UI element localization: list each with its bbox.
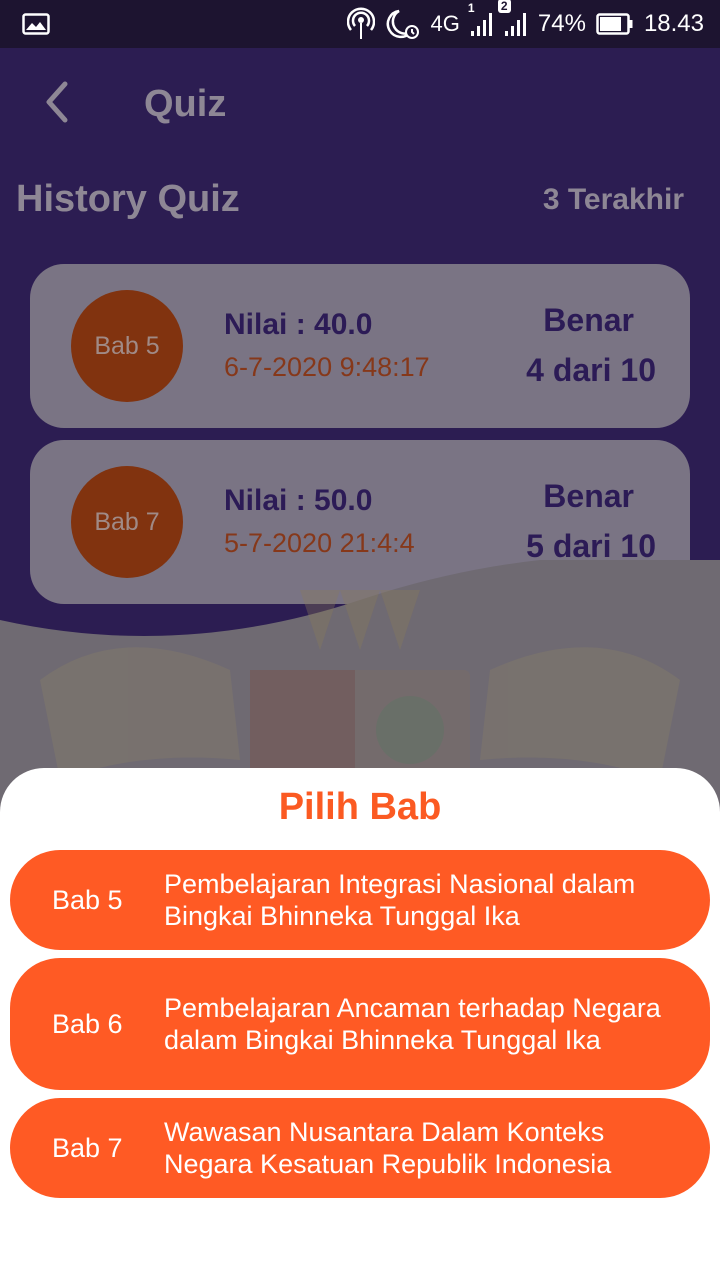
date-label: 6-7-2020 9:48:17 bbox=[224, 352, 430, 382]
back-button[interactable] bbox=[0, 48, 112, 160]
chapter-button-bab-5[interactable]: Bab 5 Pembelajaran Integrasi Nasional da… bbox=[10, 850, 710, 950]
correct-value: 4 dari 10 bbox=[526, 352, 656, 388]
date-label: 5-7-2020 21:4:4 bbox=[224, 528, 415, 558]
back-arrow-icon bbox=[41, 80, 71, 129]
chapter-button-bab-7[interactable]: Bab 7 Wawasan Nusantara Dalam Konteks Ne… bbox=[10, 1098, 710, 1198]
status-bar: 4G 1 2 74% 18.43 bbox=[0, 0, 720, 48]
signal-icon: 2 bbox=[497, 0, 528, 37]
bab-badge: Bab 5 bbox=[71, 290, 183, 402]
score-label: Nilai : 50.0 bbox=[224, 484, 373, 517]
app-bar: Quiz bbox=[0, 48, 720, 160]
correct-label: Benar bbox=[543, 302, 634, 338]
chapter-button-bab-6[interactable]: Bab 6 Pembelajaran Ancaman terhadap Nega… bbox=[10, 958, 710, 1090]
sim-badge: 2 bbox=[497, 0, 511, 13]
chapter-description: Pembelajaran Integrasi Nasional dalam Bi… bbox=[164, 869, 636, 931]
chapter-number: Bab 6 bbox=[52, 1008, 123, 1039]
sheet-title: Pilih Bab bbox=[278, 786, 442, 828]
image-icon bbox=[22, 13, 50, 35]
chapter-number: Bab 7 bbox=[52, 1132, 123, 1163]
sim1-label: 1 bbox=[467, 1, 475, 15]
correct-label: Benar bbox=[543, 478, 634, 514]
hotspot-icon bbox=[346, 7, 375, 41]
moon-alarm-icon bbox=[385, 8, 421, 40]
score-label: Nilai : 40.0 bbox=[224, 308, 373, 341]
clock: 18.43 bbox=[643, 10, 704, 37]
battery-percent: 74% bbox=[537, 10, 586, 37]
signal-icon: 1 bbox=[468, 1, 494, 37]
chapter-description: Wawasan Nusantara Dalam Konteks Negara K… bbox=[164, 1117, 612, 1179]
network-type-label: 4G bbox=[430, 11, 460, 36]
history-title: History Quiz bbox=[16, 178, 240, 220]
chapter-description: Pembelajaran Ancaman terhadap Negara dal… bbox=[164, 993, 661, 1055]
page-title: Quiz bbox=[144, 82, 227, 125]
battery-icon bbox=[596, 13, 634, 35]
history-card[interactable]: Bab 5 Nilai : 40.0 6-7-2020 9:48:17 Bena… bbox=[30, 264, 690, 428]
history-count-label: 3 Terakhir bbox=[542, 183, 684, 216]
chapter-number: Bab 5 bbox=[52, 884, 123, 915]
